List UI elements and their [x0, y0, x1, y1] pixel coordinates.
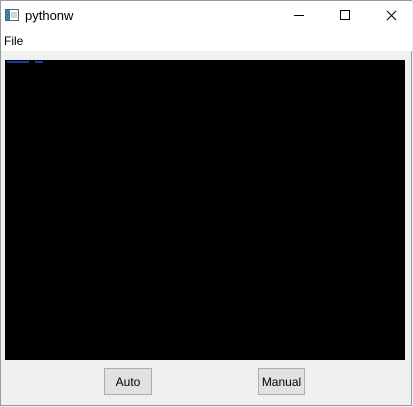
title-bar[interactable]: pythonw [1, 1, 412, 31]
menu-item-file[interactable]: File [4, 34, 23, 48]
app-window: pythonw File Auto Manual [0, 0, 412, 406]
maximize-button[interactable] [322, 1, 368, 31]
minimize-button[interactable] [276, 1, 322, 31]
canvas-marker [35, 61, 43, 63]
display-canvas[interactable] [5, 60, 405, 360]
manual-button[interactable]: Manual [258, 368, 305, 395]
auto-button[interactable]: Auto [104, 368, 152, 395]
close-button[interactable] [368, 1, 413, 31]
menu-bar: File [1, 31, 412, 51]
python-app-icon [5, 9, 19, 21]
canvas-marker [7, 61, 29, 63]
window-title: pythonw [25, 8, 74, 23]
